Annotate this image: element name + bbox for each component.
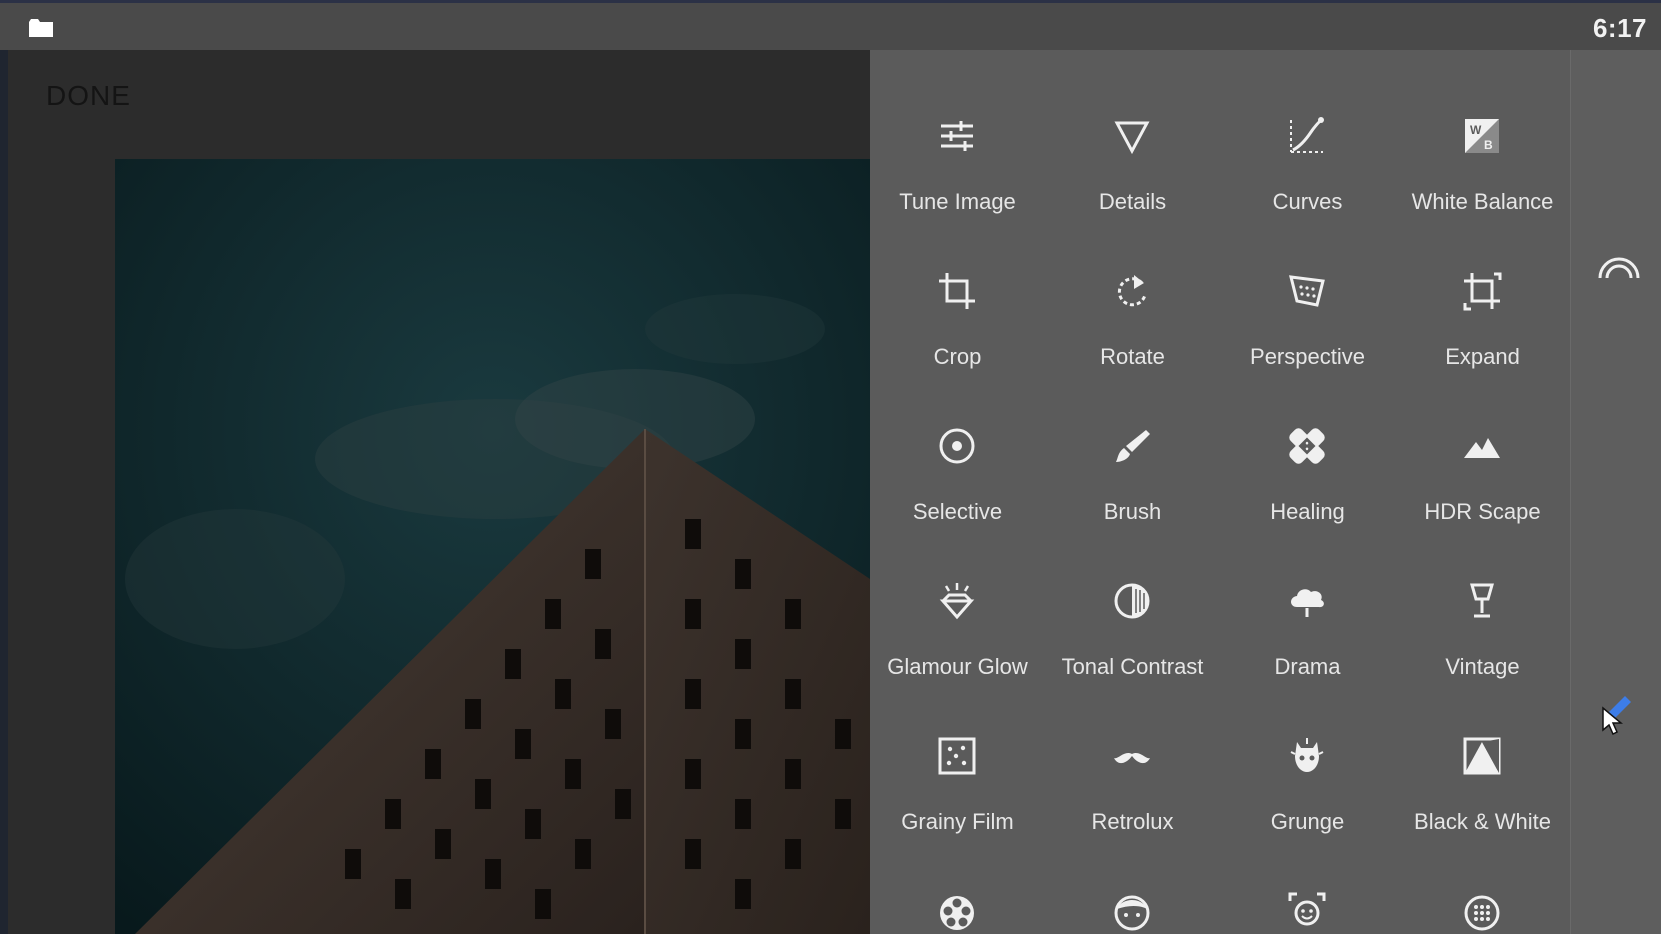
rotate-icon bbox=[1117, 275, 1147, 307]
perspective-icon bbox=[1289, 275, 1325, 307]
crop-icon bbox=[939, 273, 975, 309]
tool-crop[interactable]: Crop bbox=[870, 205, 1045, 369]
lens-dots-icon bbox=[1464, 895, 1500, 931]
tool-retrolux[interactable]: Retrolux bbox=[1045, 670, 1220, 834]
tool-expand[interactable]: Expand bbox=[1395, 205, 1570, 369]
tool-selective[interactable]: Selective bbox=[870, 360, 1045, 524]
tool-hdr-scape[interactable]: HDR Scape bbox=[1395, 360, 1570, 524]
brush-icon bbox=[1116, 430, 1150, 462]
triangle-down-icon bbox=[1114, 121, 1150, 155]
tool-noir[interactable] bbox=[870, 825, 1045, 934]
tool-healing[interactable]: Healing bbox=[1220, 360, 1395, 524]
tool-grainy-film[interactable]: Grainy Film bbox=[870, 670, 1045, 834]
tool-details[interactable]: Details bbox=[1045, 50, 1220, 214]
mouse-cursor-icon bbox=[1602, 706, 1623, 736]
tool-curves[interactable]: Curves bbox=[1220, 50, 1395, 214]
tool-brush[interactable]: Brush bbox=[1045, 360, 1220, 524]
tool-lens-blur[interactable] bbox=[1395, 825, 1570, 934]
diamond-glow-icon bbox=[939, 583, 975, 620]
lamp-icon bbox=[1470, 583, 1494, 618]
cloud-icon bbox=[1291, 589, 1324, 617]
bandage-icon bbox=[1289, 428, 1325, 464]
tool-head-pose[interactable] bbox=[1220, 825, 1395, 934]
target-icon bbox=[939, 428, 975, 464]
svg-text:B: B bbox=[1484, 138, 1493, 152]
grain-icon bbox=[938, 737, 976, 775]
tool-black-white[interactable]: Black & White bbox=[1395, 670, 1570, 834]
status-bar: 6:17 bbox=[0, 0, 1661, 50]
mustache-icon bbox=[1114, 753, 1150, 764]
tool-drama[interactable]: Drama bbox=[1220, 515, 1395, 679]
photo-preview bbox=[115, 159, 870, 934]
tool-tonal-contrast[interactable]: Tonal Contrast bbox=[1045, 515, 1220, 679]
status-clock: 6:17 bbox=[1592, 13, 1647, 43]
film-reel-icon bbox=[940, 896, 974, 930]
bw-photo-icon bbox=[1463, 737, 1501, 775]
tool-portrait[interactable] bbox=[1045, 825, 1220, 934]
white-balance-icon: WB bbox=[1465, 119, 1499, 153]
tool-tune-image[interactable]: Tune Image bbox=[870, 50, 1045, 214]
mountain-icon bbox=[1464, 438, 1500, 458]
right-tab-strip bbox=[1570, 50, 1661, 934]
tool-white-balance[interactable]: W B White Balance bbox=[1395, 50, 1570, 214]
grunge-icon bbox=[1290, 738, 1324, 772]
sliders-icon bbox=[941, 121, 973, 151]
tools-panel: Tune Image Details Curves W B White Balance Cr… bbox=[870, 50, 1570, 934]
tool-grunge[interactable]: Grunge bbox=[1220, 670, 1395, 834]
building-photo bbox=[115, 159, 870, 934]
looks-rainbow-icon[interactable] bbox=[1597, 254, 1641, 280]
done-button[interactable]: DONE bbox=[46, 80, 131, 112]
expand-icon bbox=[1463, 272, 1502, 311]
curves-icon bbox=[1290, 117, 1324, 153]
folder-icon[interactable] bbox=[28, 18, 54, 38]
face-icon bbox=[1114, 895, 1150, 931]
tool-perspective[interactable]: Perspective bbox=[1220, 205, 1395, 369]
tonal-circle-icon bbox=[1114, 583, 1150, 619]
image-preview-area: DONE bbox=[8, 50, 870, 934]
tool-glamour-glow[interactable]: Glamour Glow bbox=[870, 515, 1045, 679]
svg-text:W: W bbox=[1470, 123, 1482, 137]
tool-vintage[interactable]: Vintage bbox=[1395, 515, 1570, 679]
tool-rotate[interactable]: Rotate bbox=[1045, 205, 1220, 369]
face-scan-icon bbox=[1288, 892, 1326, 926]
